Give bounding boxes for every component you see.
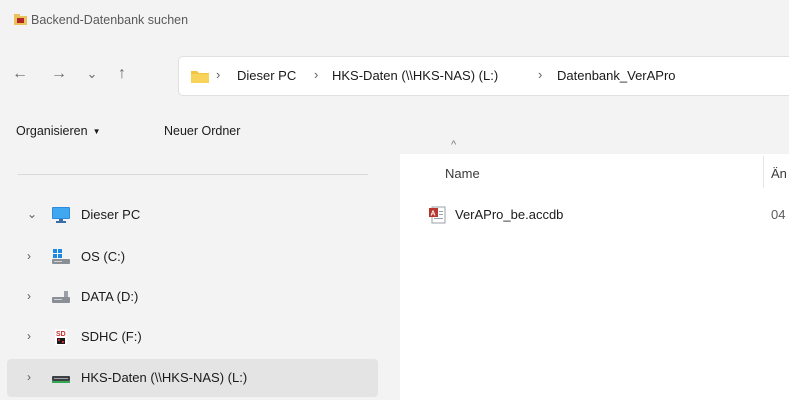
- column-header-date[interactable]: Än: [771, 166, 787, 181]
- access-db-icon: A: [429, 206, 446, 224]
- folder-icon: [191, 71, 209, 83]
- chevron-expanded-icon[interactable]: ⌄: [27, 207, 37, 221]
- new-folder-button[interactable]: Neuer Ordner: [164, 124, 240, 138]
- navigation-pane: ⌄ Dieser PC › OS (C:) › DATA (D:) › SD S…: [0, 154, 394, 400]
- sidebar-item-label: Dieser PC: [81, 207, 141, 222]
- monitor-icon: [52, 207, 70, 223]
- svg-text:A: A: [431, 211, 436, 218]
- sidebar-item-data-d[interactable]: › DATA (D:): [7, 278, 378, 316]
- arrow-right-icon[interactable]: →: [49, 64, 69, 84]
- organize-label: Organisieren: [16, 124, 88, 138]
- breadcrumb-separator: ›: [538, 67, 543, 82]
- sidebar-item-this-pc[interactable]: ⌄ Dieser PC: [7, 196, 378, 234]
- access-folder-icon: [14, 14, 27, 25]
- chevron-right-icon[interactable]: ›: [27, 329, 31, 343]
- file-date: 04: [771, 207, 786, 222]
- command-bar: Organisieren ▼ Neuer Ordner: [0, 110, 789, 154]
- organize-button[interactable]: Organisieren ▼: [16, 124, 101, 138]
- sidebar-item-os-c[interactable]: › OS (C:): [7, 238, 378, 276]
- sidebar-divider: [18, 174, 368, 175]
- chevron-right-icon[interactable]: ›: [27, 289, 31, 303]
- breadcrumb-item-this-pc[interactable]: Dieser PC: [237, 68, 296, 83]
- window-title: Backend-Datenbank suchen: [31, 13, 189, 27]
- chevron-right-icon[interactable]: ›: [27, 249, 31, 263]
- breadcrumb-item-datenbank[interactable]: Datenbank_VerAPro: [557, 68, 676, 83]
- chevron-right-icon[interactable]: ›: [27, 370, 31, 384]
- sidebar-item-label: DATA (D:): [81, 289, 139, 304]
- sort-ascending-icon: ^: [451, 139, 457, 151]
- list-item[interactable]: A VerAPro_be.accdb 04: [420, 203, 789, 229]
- arrow-left-icon[interactable]: ←: [10, 64, 30, 84]
- sidebar-item-label: OS (C:): [81, 249, 126, 264]
- network-drive-icon: [52, 376, 70, 383]
- sd-card-icon: SD: [55, 329, 67, 345]
- sidebar-item-sdhc-f[interactable]: › SD SDHC (F:): [7, 318, 378, 356]
- windows-drive-icon: [52, 249, 70, 264]
- breadcrumb-item-hks-daten[interactable]: HKS-Daten (\\HKS-NAS) (L:): [332, 68, 498, 83]
- arrow-up-icon[interactable]: ↑: [112, 64, 132, 84]
- breadcrumb-separator: ›: [216, 67, 221, 82]
- column-separator[interactable]: [763, 156, 764, 188]
- file-name: VerAPro_be.accdb: [455, 207, 564, 222]
- breadcrumb-separator: ›: [314, 67, 319, 82]
- drive-icon: [52, 291, 70, 303]
- sidebar-item-hks-daten[interactable]: › HKS-Daten (\\HKS-NAS) (L:): [7, 359, 378, 397]
- sidebar-item-label: HKS-Daten (\\HKS-NAS) (L:): [81, 370, 248, 385]
- chevron-down-icon[interactable]: ⌄: [82, 64, 102, 84]
- sidebar-item-label: SDHC (F:): [81, 329, 142, 344]
- file-list: ^ Name Än A VerAPro_be.accdb 04: [400, 139, 789, 400]
- address-bar[interactable]: › Dieser PC › HKS-Daten (\\HKS-NAS) (L:)…: [178, 56, 789, 96]
- column-header-name[interactable]: Name: [445, 166, 480, 181]
- caret-down-icon: ▼: [92, 127, 101, 136]
- title-bar: Backend-Datenbank suchen: [0, 0, 789, 40]
- svg-text:SD: SD: [56, 331, 66, 338]
